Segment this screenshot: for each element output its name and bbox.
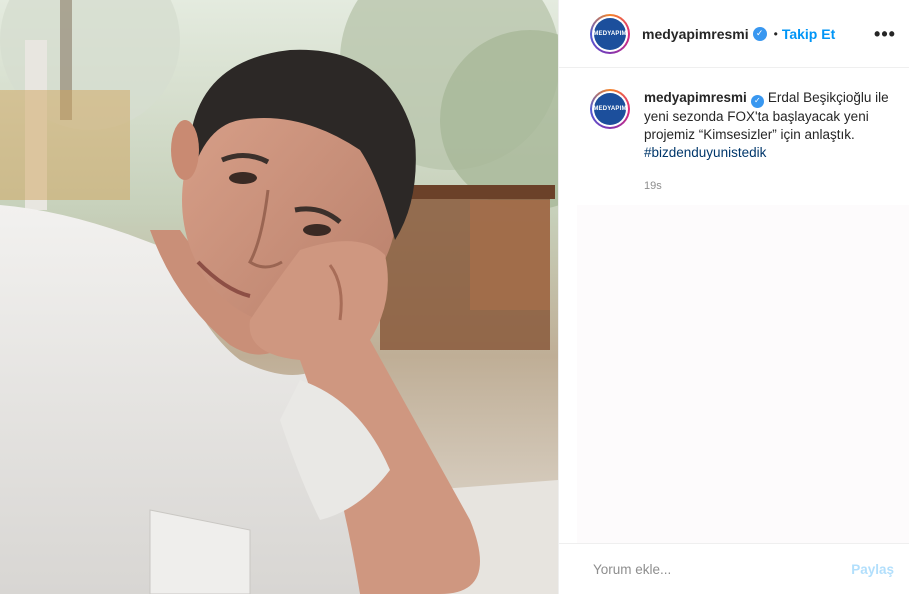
verified-badge-icon: ✓ <box>750 94 764 108</box>
share-comment-button[interactable]: Paylaş <box>851 562 894 577</box>
comment-input[interactable] <box>593 561 852 577</box>
more-options-icon[interactable]: ••• <box>874 24 895 44</box>
caption-avatar-ring[interactable]: MEDYAPIM <box>590 89 630 129</box>
caption-username[interactable]: medyapimresmi <box>644 90 747 105</box>
caption-hashtag-link[interactable]: #bizdenduyunistedik <box>644 145 766 160</box>
separator-bullet: • <box>773 26 778 41</box>
header-username[interactable]: medyapimresmi <box>642 26 749 42</box>
avatar: MEDYAPIM <box>593 17 627 50</box>
post-side-panel: MEDYAPIM medyapimresmi ✓ • Takip Et ••• … <box>559 0 909 594</box>
caption-comment: MEDYAPIM medyapimresmi ✓ Erdal Beşikçioğlu… <box>590 89 895 162</box>
post-photo-illustration <box>0 0 558 594</box>
avatar: MEDYAPIM <box>593 93 627 125</box>
profile-avatar-ring[interactable]: MEDYAPIM <box>590 13 630 54</box>
post-image[interactable] <box>0 0 558 594</box>
caption-text-block: medyapimresmi ✓ Erdal Beşikçioğlu ile yeni… <box>644 89 895 162</box>
comments-area <box>577 205 909 543</box>
post-timestamp[interactable]: 19s <box>644 180 662 192</box>
verified-badge-icon: ✓ <box>752 26 767 41</box>
post-header: MEDYAPIM medyapimresmi ✓ • Takip Et ••• <box>559 0 909 68</box>
comment-input-bar: Paylaş <box>559 543 909 594</box>
follow-button[interactable]: Takip Et <box>782 26 835 42</box>
